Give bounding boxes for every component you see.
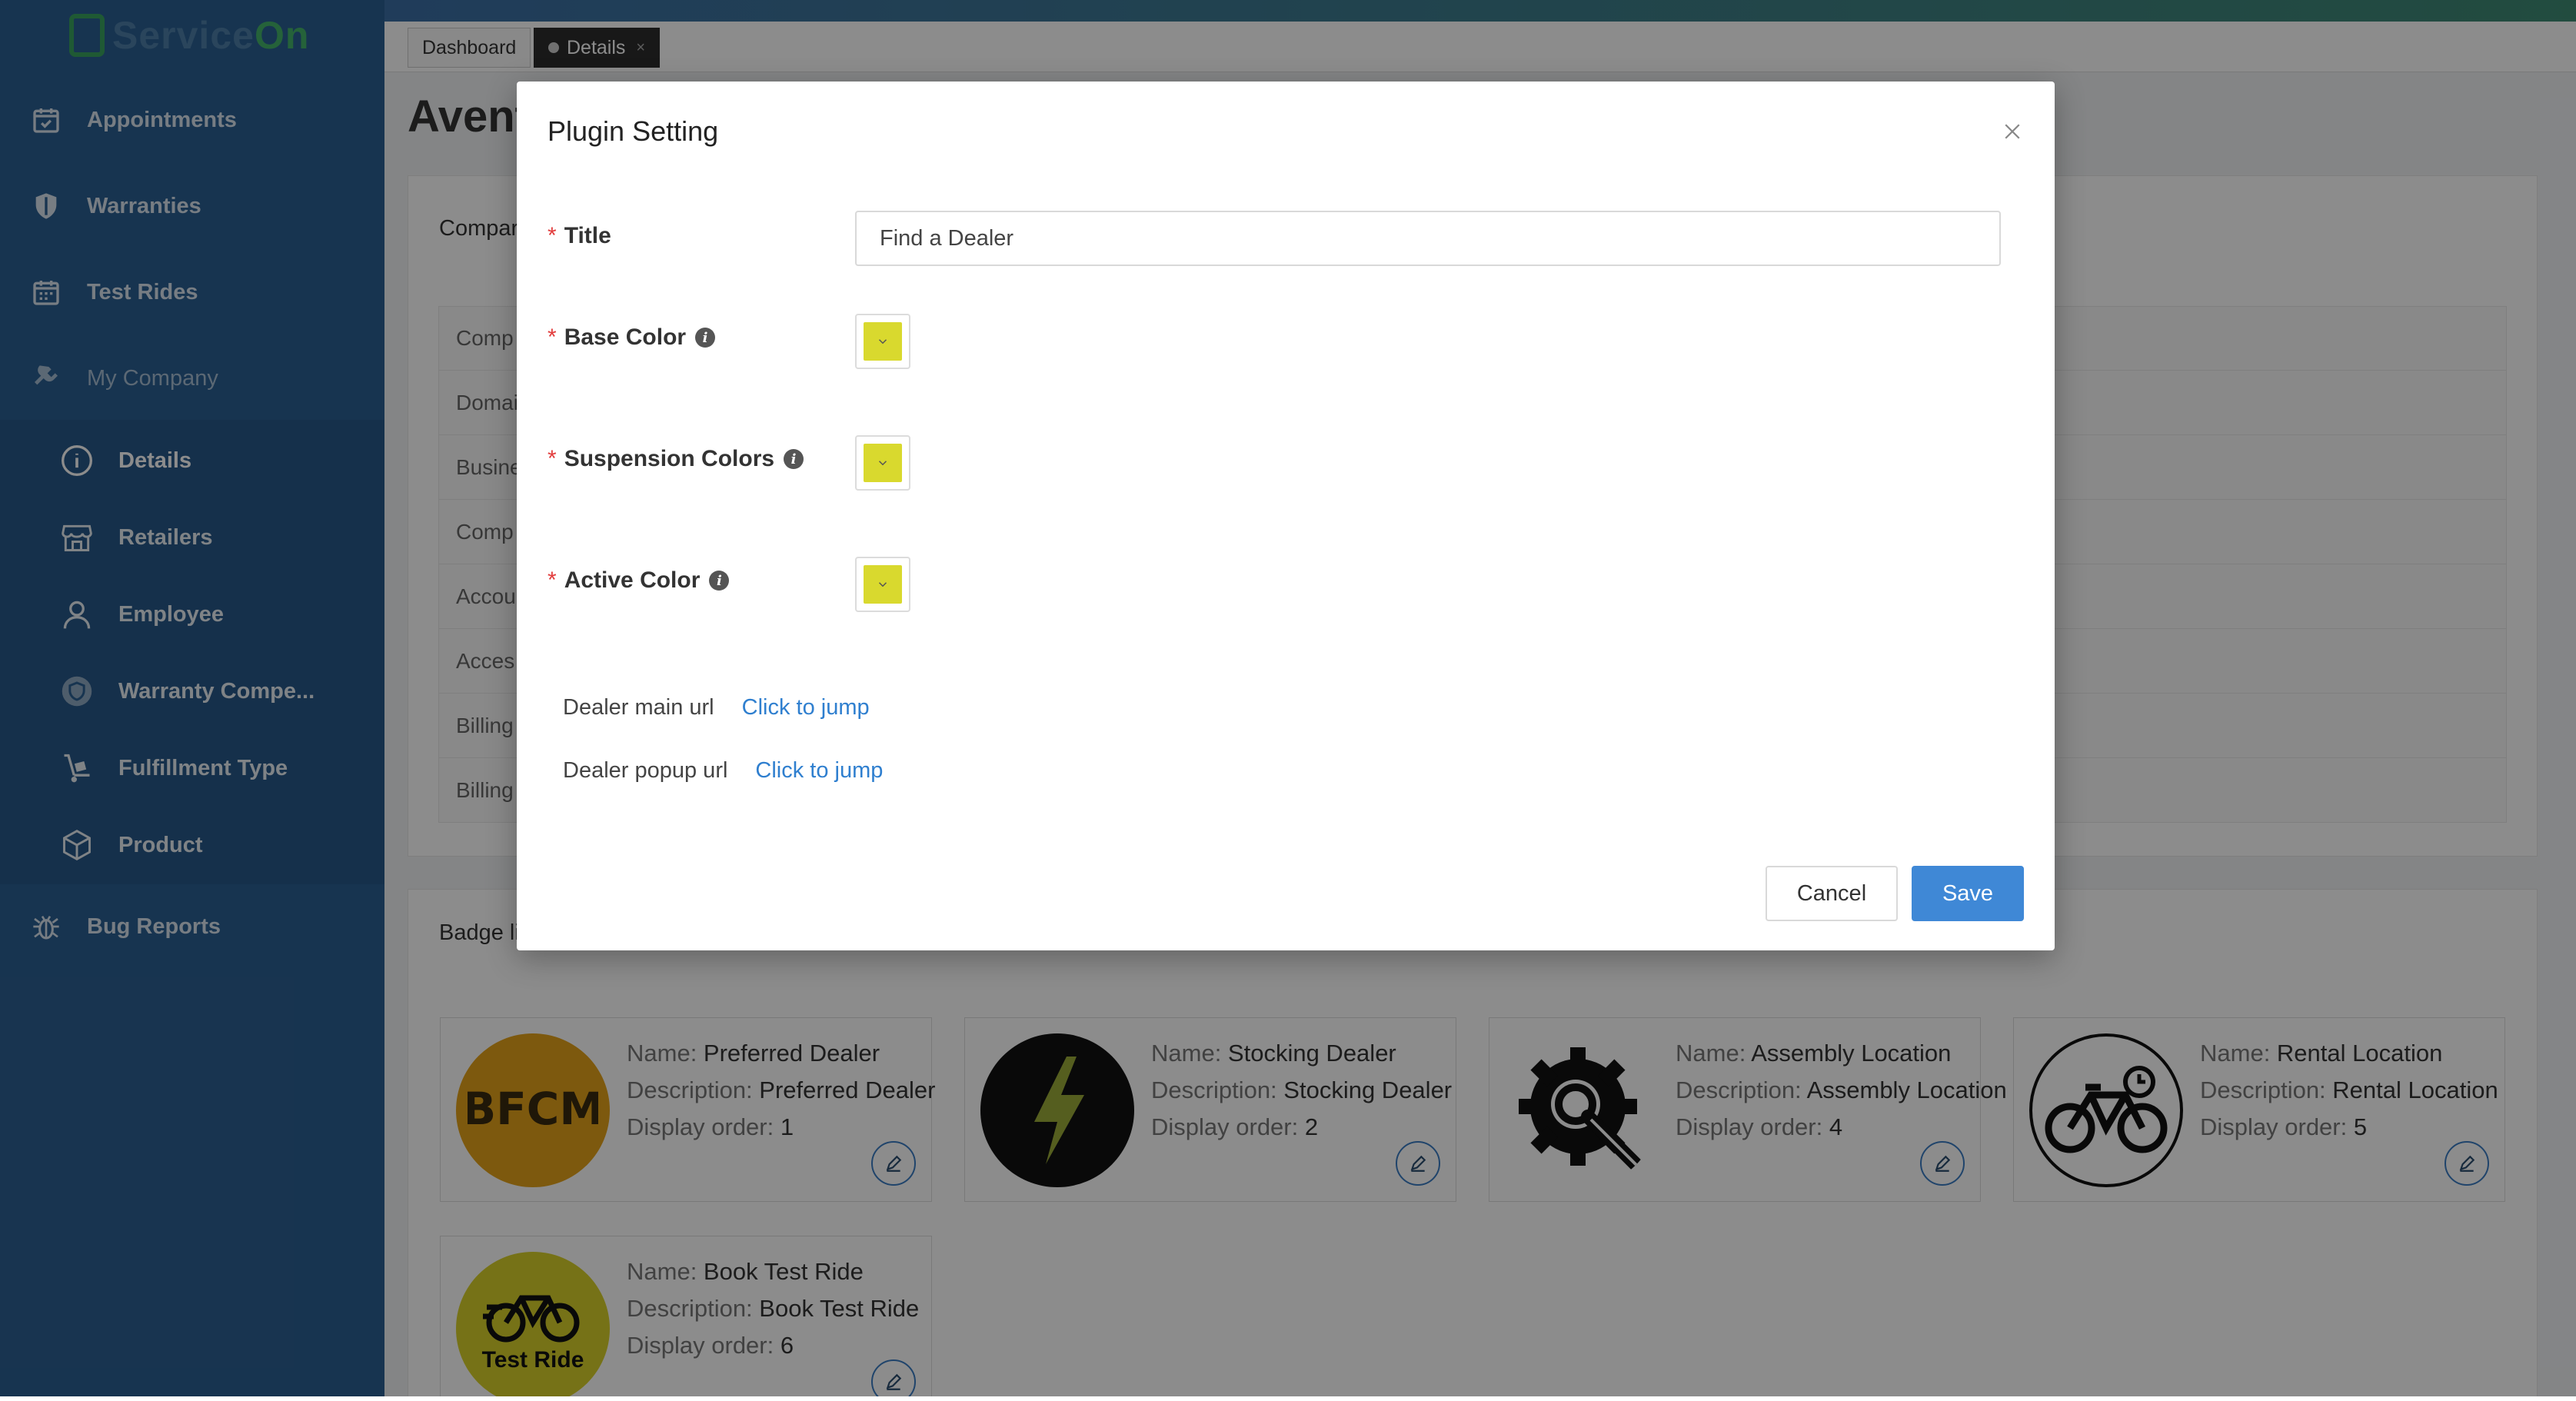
- dealer-main-url-label: Dealer main url: [563, 695, 714, 720]
- color-swatch: [864, 444, 902, 482]
- title-input[interactable]: [855, 211, 2001, 266]
- title-label: * Title: [547, 223, 611, 248]
- active-color-picker[interactable]: [855, 557, 910, 612]
- chevron-down-icon: [878, 339, 887, 344]
- color-swatch: [864, 322, 902, 361]
- info-icon[interactable]: i: [695, 328, 716, 348]
- close-icon[interactable]: [2001, 120, 2024, 143]
- cancel-button[interactable]: Cancel: [1766, 866, 1898, 921]
- chevron-down-icon: [878, 461, 887, 466]
- info-icon[interactable]: i: [784, 449, 804, 469]
- info-icon[interactable]: i: [709, 571, 730, 591]
- dealer-popup-url-row: Dealer popup url Click to jump: [563, 758, 883, 784]
- suspension-color-picker[interactable]: [855, 435, 910, 491]
- dealer-main-url-link[interactable]: Click to jump: [742, 695, 870, 720]
- plugin-setting-dialog: Plugin Setting *Title *Base Color i *Sus…: [517, 82, 2055, 950]
- dealer-popup-url-link[interactable]: Click to jump: [755, 758, 883, 783]
- window-bottom-edge: [0, 1396, 2576, 1401]
- base-color-picker[interactable]: [855, 314, 910, 369]
- color-swatch: [864, 565, 902, 604]
- dialog-title: Plugin Setting: [547, 115, 719, 147]
- dealer-popup-url-label: Dealer popup url: [563, 758, 728, 783]
- dealer-main-url-row: Dealer main url Click to jump: [563, 695, 870, 720]
- base-color-label: * Base Color i: [547, 324, 716, 351]
- save-button[interactable]: Save: [1912, 866, 2024, 921]
- chevron-down-icon: [878, 582, 887, 587]
- active-color-label: * Active Color i: [547, 567, 730, 594]
- suspension-colors-label: * Suspension Colors i: [547, 446, 804, 472]
